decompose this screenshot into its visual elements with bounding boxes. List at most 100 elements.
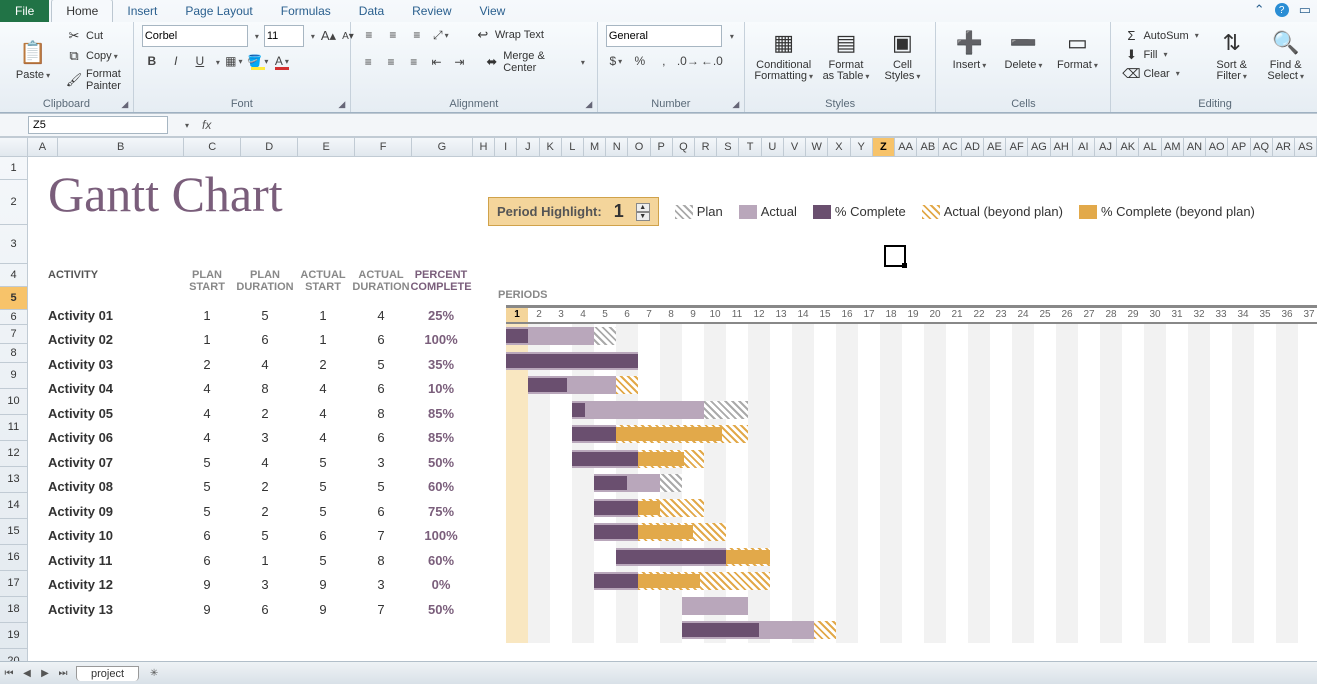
col-header[interactable]: AE	[984, 138, 1006, 156]
col-header[interactable]: AM	[1162, 138, 1184, 156]
row-header[interactable]: 12	[0, 441, 28, 467]
bold-button[interactable]: B	[142, 51, 162, 71]
row-header[interactable]: 14	[0, 493, 28, 519]
sort-filter-button[interactable]: ⇅Sort & Filter	[1207, 25, 1257, 84]
col-header[interactable]: Y	[851, 138, 873, 156]
col-header[interactable]: AN	[1184, 138, 1206, 156]
align-top-button[interactable]: ≡	[359, 25, 379, 45]
prev-sheet-button[interactable]: ◀	[18, 668, 36, 679]
col-header[interactable]: E	[298, 138, 355, 156]
conditional-formatting-button[interactable]: ▦Conditional Formatting	[753, 25, 815, 84]
number-format-dropdown[interactable]	[726, 26, 736, 46]
decrease-decimal-button[interactable]: ←.0	[702, 51, 722, 71]
col-header[interactable]: X	[828, 138, 850, 156]
row-header[interactable]: 1	[0, 157, 28, 180]
percent-button[interactable]: %	[630, 51, 650, 71]
col-header[interactable]: G	[412, 138, 473, 156]
col-header[interactable]: J	[517, 138, 539, 156]
col-header[interactable]: B	[58, 138, 184, 156]
row-header[interactable]: 13	[0, 467, 28, 493]
clipboard-launcher[interactable]: ◢	[119, 98, 131, 110]
col-header[interactable]: Z	[873, 138, 895, 156]
col-header[interactable]: AA	[895, 138, 917, 156]
paste-button[interactable]: 📋 Paste	[8, 35, 58, 83]
name-box[interactable]	[28, 116, 168, 134]
font-color-button[interactable]: A	[272, 51, 292, 71]
next-sheet-button[interactable]: ▶	[36, 668, 54, 679]
cut-button[interactable]: ✂Cut	[62, 27, 125, 45]
col-header[interactable]: T	[739, 138, 761, 156]
tab-data[interactable]: Data	[345, 0, 398, 22]
tab-view[interactable]: View	[466, 0, 520, 22]
col-header[interactable]: D	[241, 138, 298, 156]
col-header[interactable]: AL	[1139, 138, 1161, 156]
col-header[interactable]: R	[695, 138, 717, 156]
indent-decrease-button[interactable]: ⇤	[427, 52, 446, 72]
underline-dropdown[interactable]	[214, 54, 220, 68]
copy-button[interactable]: ⧉Copy	[62, 47, 125, 65]
number-launcher[interactable]: ◢	[730, 98, 742, 110]
tab-review[interactable]: Review	[398, 0, 465, 22]
col-header[interactable]: S	[717, 138, 739, 156]
sheet-tab-project[interactable]: project	[76, 666, 139, 681]
col-header[interactable]: K	[540, 138, 562, 156]
col-header[interactable]: L	[562, 138, 584, 156]
row-header[interactable]: 2	[0, 180, 28, 225]
select-all-corner[interactable]	[0, 138, 28, 156]
col-header[interactable]: Q	[673, 138, 695, 156]
align-right-button[interactable]: ≡	[404, 52, 423, 72]
col-header[interactable]: A	[28, 138, 58, 156]
increase-decimal-button[interactable]: .0→	[678, 51, 698, 71]
fill-color-button[interactable]: 🪣	[248, 51, 268, 71]
font-size-combo[interactable]	[264, 25, 304, 47]
tab-page-layout[interactable]: Page Layout	[171, 0, 266, 22]
row-header[interactable]: 16	[0, 545, 28, 571]
tab-formulas[interactable]: Formulas	[267, 0, 345, 22]
minimize-ribbon-icon[interactable]: ⌃	[1254, 2, 1265, 18]
col-header[interactable]: AC	[939, 138, 961, 156]
col-header[interactable]: AS	[1295, 138, 1317, 156]
align-middle-button[interactable]: ≡	[383, 25, 403, 45]
col-header[interactable]: U	[762, 138, 784, 156]
col-header[interactable]: C	[184, 138, 241, 156]
col-header[interactable]: F	[355, 138, 412, 156]
col-header[interactable]: AH	[1051, 138, 1073, 156]
insert-cells-button[interactable]: ➕Insert	[944, 25, 994, 73]
period-up-button[interactable]: ▲	[636, 203, 650, 212]
row-header[interactable]: 19	[0, 623, 28, 649]
font-launcher[interactable]: ◢	[336, 98, 348, 110]
col-header[interactable]: W	[806, 138, 828, 156]
name-box-dropdown[interactable]	[176, 115, 196, 135]
accounting-button[interactable]: $	[606, 51, 626, 71]
col-header[interactable]: V	[784, 138, 806, 156]
clear-button[interactable]: ⌫Clear	[1119, 65, 1202, 83]
row-header[interactable]: 17	[0, 571, 28, 597]
align-center-button[interactable]: ≡	[382, 52, 401, 72]
border-button[interactable]: ▦	[224, 51, 244, 71]
grow-font-button[interactable]: A▴	[320, 26, 337, 46]
comma-button[interactable]: ,	[654, 51, 674, 71]
col-header[interactable]: AK	[1117, 138, 1139, 156]
tab-home[interactable]: Home	[51, 0, 113, 22]
delete-cells-button[interactable]: ➖Delete	[998, 25, 1048, 73]
file-tab[interactable]: File	[0, 0, 49, 22]
col-header[interactable]: M	[584, 138, 606, 156]
row-header[interactable]: 9	[0, 363, 28, 389]
sheet-body[interactable]: Gantt Chart Period Highlight: 1 ▲▼ Plan …	[28, 157, 1317, 677]
col-header[interactable]: I	[495, 138, 517, 156]
last-sheet-button[interactable]: ⏭	[54, 668, 72, 679]
fx-button[interactable]: fx	[202, 118, 211, 132]
font-name-dropdown[interactable]	[252, 26, 260, 46]
underline-button[interactable]: U	[190, 51, 210, 71]
row-header[interactable]: 18	[0, 597, 28, 623]
col-header[interactable]: AJ	[1095, 138, 1117, 156]
row-header[interactable]: 15	[0, 519, 28, 545]
font-size-dropdown[interactable]	[308, 26, 316, 46]
col-header[interactable]: AR	[1273, 138, 1295, 156]
align-left-button[interactable]: ≡	[359, 52, 378, 72]
help-icon[interactable]: ?	[1275, 3, 1289, 17]
autosum-button[interactable]: ΣAutoSum	[1119, 27, 1202, 45]
col-header[interactable]: N	[606, 138, 628, 156]
col-header[interactable]: AI	[1073, 138, 1095, 156]
col-header[interactable]: AB	[917, 138, 939, 156]
